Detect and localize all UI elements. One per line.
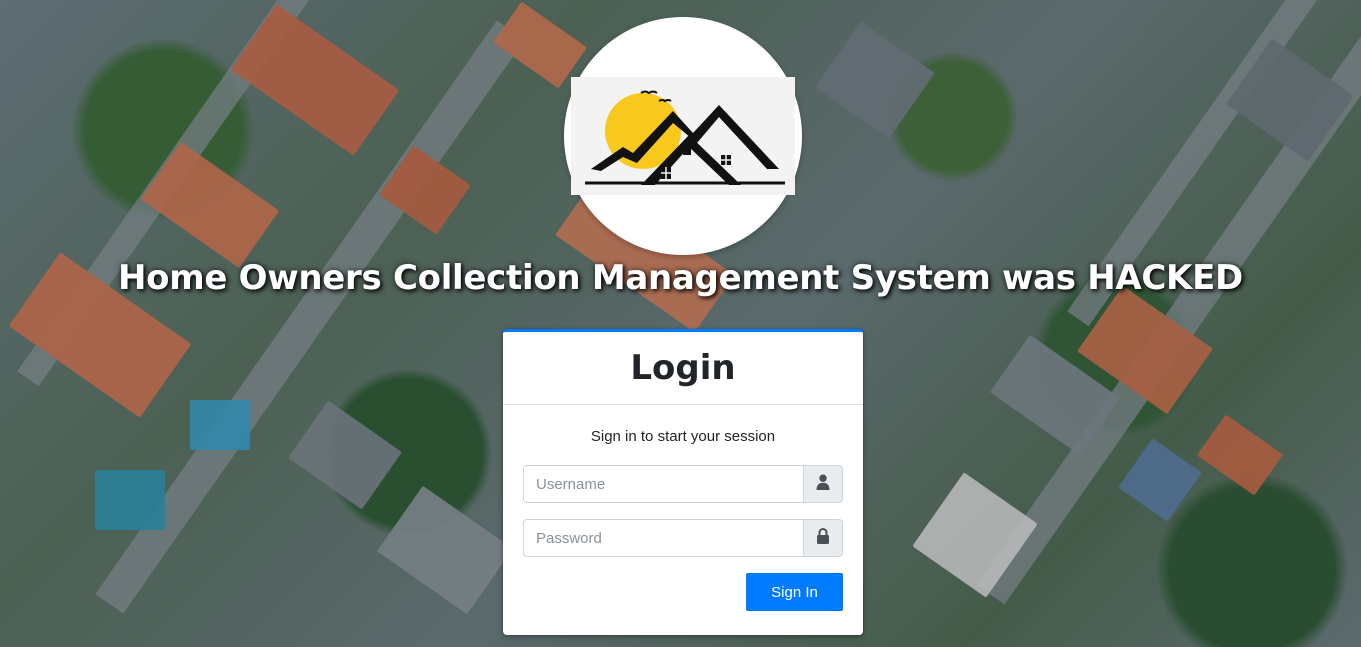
- username-input[interactable]: [523, 465, 803, 503]
- login-form: Sign In: [523, 465, 843, 611]
- login-card-header: Login: [503, 332, 863, 405]
- password-input-append: [803, 519, 843, 557]
- system-title: Home Owners Collection Management System…: [118, 258, 1243, 298]
- logo-circle: [564, 17, 802, 255]
- login-message: Sign in to start your session: [590, 428, 776, 445]
- login-card: Login Sign in to start your session User…: [503, 329, 863, 635]
- password-input[interactable]: [523, 519, 803, 557]
- username-input-group: [523, 465, 843, 503]
- login-title: Login: [630, 348, 736, 388]
- user-icon: [816, 474, 830, 495]
- house-mountain-sun-logo-icon: [571, 77, 795, 195]
- password-input-group: [523, 519, 843, 557]
- lock-icon: [816, 527, 830, 549]
- login-actions: Sign In: [523, 573, 843, 611]
- login-card-body: Sign in to start your session Username S…: [503, 405, 863, 631]
- sign-in-button[interactable]: Sign In: [746, 573, 843, 611]
- username-input-append: [803, 465, 843, 503]
